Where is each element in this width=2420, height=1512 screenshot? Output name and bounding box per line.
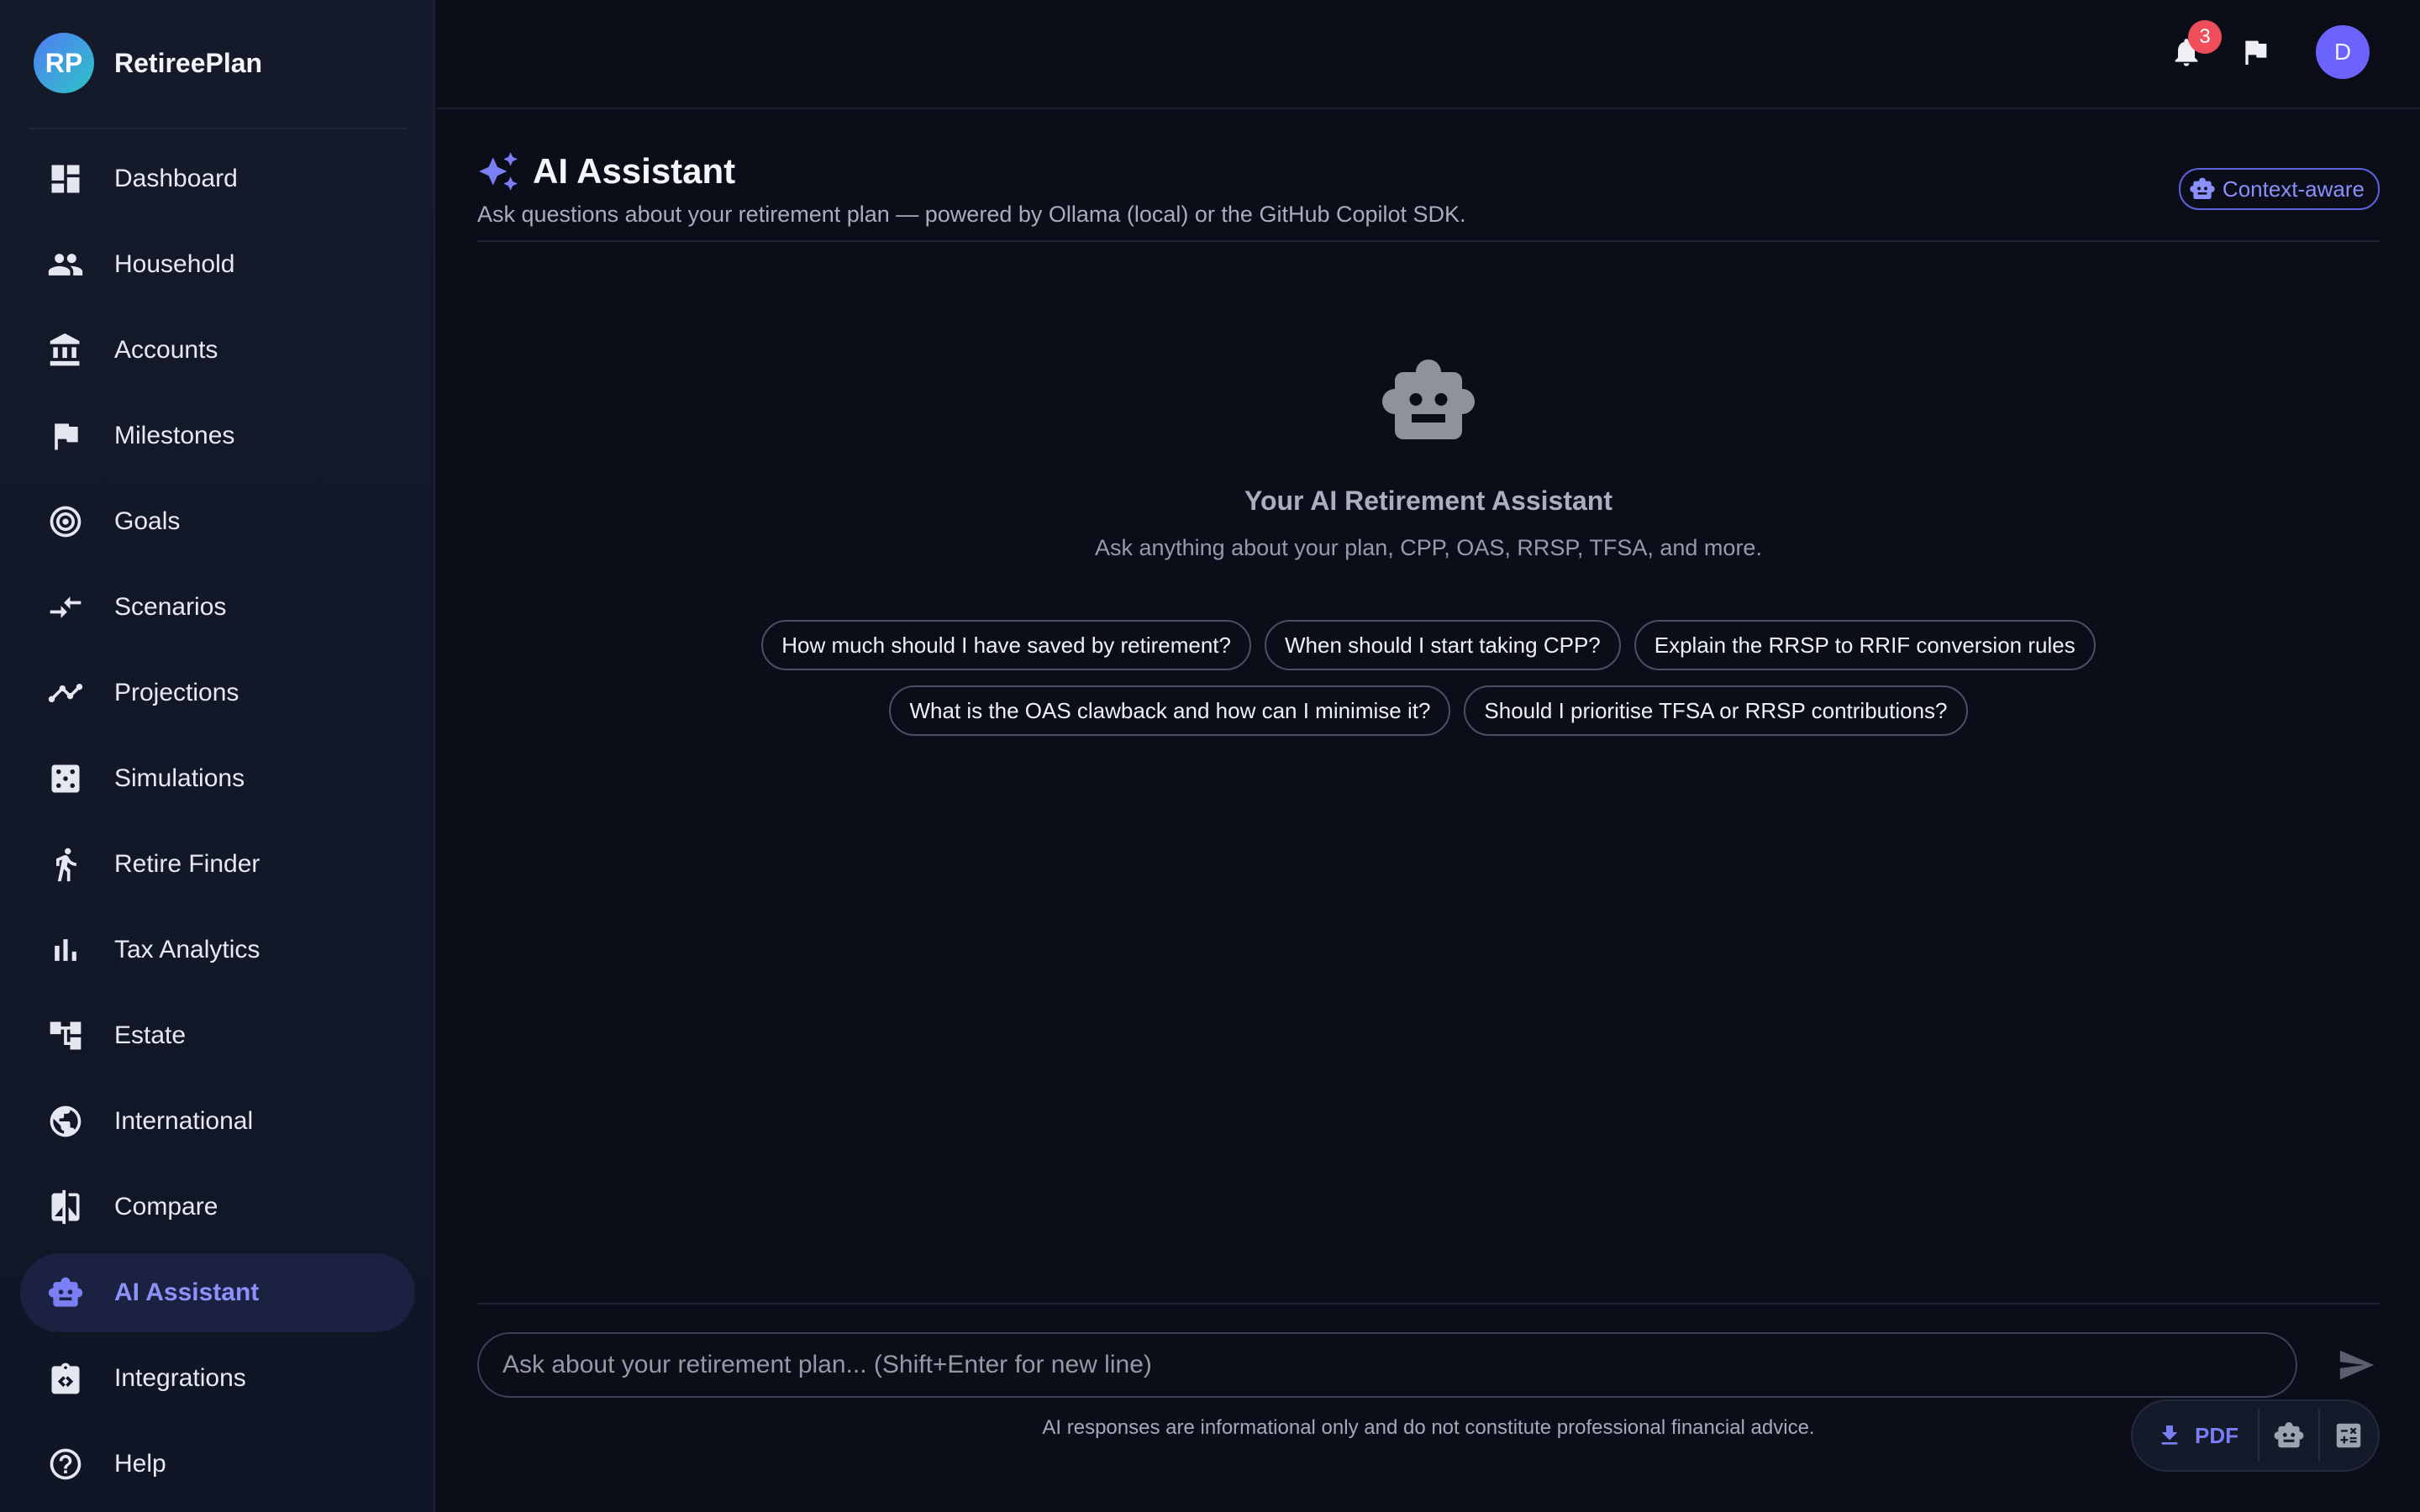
- sidebar-item-international[interactable]: International: [20, 1082, 415, 1161]
- sidebar-item-projections[interactable]: Projections: [20, 654, 415, 732]
- milestones-flag-button[interactable]: [2228, 25, 2282, 79]
- sidebar-item-tax-analytics[interactable]: Tax Analytics: [20, 911, 415, 990]
- main-content: AI Assistant Ask questions about your re…: [477, 108, 2380, 1512]
- dice-icon: [47, 760, 84, 797]
- flag-icon: [2245, 40, 2267, 65]
- topbar-actions: 3 D: [2144, 20, 2370, 79]
- brand-logo: RP: [34, 33, 94, 93]
- pdf-label: PDF: [2195, 1422, 2238, 1448]
- disclaimer: AI responses are informational only and …: [1042, 1416, 1815, 1439]
- sidebar-item-accounts[interactable]: Accounts: [20, 311, 415, 390]
- trend-line-icon: [47, 675, 84, 711]
- calculator-icon: [2337, 1423, 2361, 1448]
- sidebar-item-label: Dashboard: [114, 165, 238, 192]
- title-row: AI Assistant: [477, 148, 2380, 195]
- sidebar-item-simulations[interactable]: Simulations: [20, 739, 415, 818]
- notification-badge: 3: [2188, 20, 2222, 54]
- sidebar-item-ai-assistant[interactable]: AI Assistant: [20, 1253, 415, 1332]
- page-subtitle: Ask questions about your retirement plan…: [477, 202, 1466, 227]
- sidebar-item-label: International: [114, 1107, 254, 1135]
- chat-divider: [477, 1303, 2380, 1305]
- sidebar-item-goals[interactable]: Goals: [20, 482, 415, 561]
- compare-icon: [47, 1189, 84, 1226]
- robot-icon: [2190, 177, 2215, 199]
- suggestion-row: What is the OAS clawback and how can I m…: [882, 685, 1974, 736]
- sidebar-item-compare[interactable]: Compare: [20, 1168, 415, 1247]
- sidebar: RP RetireePlan Dashboard Household Accou…: [0, 0, 435, 1512]
- sidebar-item-label: Compare: [114, 1193, 218, 1221]
- sidebar-item-label: Estate: [114, 1021, 187, 1049]
- empty-state-description: Ask anything about your plan, CPP, OAS, …: [1095, 535, 1762, 560]
- sidebar-item-milestones[interactable]: Milestones: [20, 396, 415, 475]
- sidebar-item-label: Household: [114, 250, 235, 278]
- pdf-export-button[interactable]: PDF: [2133, 1401, 2258, 1470]
- sidebar-item-label: Milestones: [114, 422, 235, 449]
- sidebar-item-scenarios[interactable]: Scenarios: [20, 568, 415, 647]
- suggestion-chip[interactable]: What is the OAS clawback and how can I m…: [889, 685, 1451, 736]
- people-icon: [47, 246, 84, 283]
- chat-input[interactable]: [501, 1350, 2274, 1380]
- page-header: AI Assistant Ask questions about your re…: [477, 148, 2380, 242]
- walking-person-icon: [47, 846, 84, 883]
- floating-action-bar: PDF: [2131, 1399, 2380, 1472]
- sidebar-divider: [29, 128, 407, 129]
- flag-icon: [47, 417, 84, 454]
- context-chip-label: Context-aware: [2222, 176, 2365, 202]
- sidebar-item-label: Retire Finder: [114, 850, 260, 878]
- sidebar-item-household[interactable]: Household: [20, 225, 415, 304]
- send-icon: [2339, 1350, 2375, 1380]
- avatar[interactable]: D: [2316, 25, 2370, 79]
- sidebar-item-label: AI Assistant: [114, 1278, 260, 1306]
- chat-input-wrapper: [477, 1332, 2297, 1398]
- robot-icon: [1378, 351, 1479, 452]
- help-icon: [47, 1446, 84, 1483]
- suggestion-chip[interactable]: Should I prioritise TFSA or RRSP contrib…: [1464, 685, 1968, 736]
- ai-assistant-fab-button[interactable]: [2260, 1401, 2317, 1470]
- suggestion-chips: How much should I have saved by retireme…: [477, 620, 2380, 751]
- calculator-button[interactable]: [2320, 1401, 2378, 1470]
- globe-icon: [47, 1103, 84, 1140]
- send-button[interactable]: [2333, 1343, 2380, 1387]
- sidebar-item-help[interactable]: Help: [20, 1425, 415, 1504]
- integration-icon: [47, 1360, 84, 1397]
- notifications-button[interactable]: 3: [2160, 20, 2222, 79]
- sidebar-item-label: Accounts: [114, 336, 218, 364]
- empty-state: Your AI Retirement Assistant Ask anythin…: [477, 351, 2380, 751]
- sidebar-item-retire-finder[interactable]: Retire Finder: [20, 825, 415, 904]
- dashboard-icon: [47, 160, 84, 197]
- sidebar-item-label: Integrations: [114, 1364, 246, 1392]
- app-root: RP RetireePlan Dashboard Household Accou…: [0, 0, 2420, 1512]
- sidebar-item-dashboard[interactable]: Dashboard: [20, 139, 415, 218]
- sidebar-item-label: Projections: [114, 679, 239, 706]
- page-title: AI Assistant: [533, 151, 736, 191]
- sidebar-nav: Dashboard Household Accounts Milestones: [20, 139, 415, 1510]
- robot-icon: [2274, 1422, 2304, 1448]
- sidebar-item-label: Help: [114, 1450, 166, 1478]
- suggestion-chip[interactable]: How much should I have saved by retireme…: [761, 620, 1251, 670]
- context-aware-chip[interactable]: Context-aware: [2178, 168, 2380, 210]
- compare-arrows-icon: [47, 589, 84, 626]
- sidebar-item-label: Scenarios: [114, 593, 227, 621]
- robot-icon: [47, 1274, 84, 1311]
- sidebar-item-label: Goals: [114, 507, 181, 535]
- brand[interactable]: RP RetireePlan: [34, 32, 262, 94]
- empty-state-title: Your AI Retirement Assistant: [1244, 486, 1612, 516]
- target-icon: [47, 503, 84, 540]
- sidebar-item-label: Simulations: [114, 764, 245, 792]
- download-icon: [2161, 1425, 2178, 1445]
- bank-icon: [47, 332, 84, 369]
- bar-chart-icon: [47, 932, 84, 969]
- sidebar-item-estate[interactable]: Estate: [20, 996, 415, 1075]
- brand-name: RetireePlan: [114, 47, 263, 78]
- account-tree-icon: [47, 1017, 84, 1054]
- sidebar-item-label: Tax Analytics: [114, 936, 260, 963]
- topbar: 3 D: [437, 0, 2420, 109]
- suggestion-chip[interactable]: When should I start taking CPP?: [1265, 620, 1621, 670]
- sidebar-item-integrations[interactable]: Integrations: [20, 1339, 415, 1418]
- suggestion-chip[interactable]: Explain the RRSP to RRIF conversion rule…: [1634, 620, 2096, 670]
- sparkle-icon: [479, 152, 518, 191]
- suggestion-row: How much should I have saved by retireme…: [755, 620, 2102, 670]
